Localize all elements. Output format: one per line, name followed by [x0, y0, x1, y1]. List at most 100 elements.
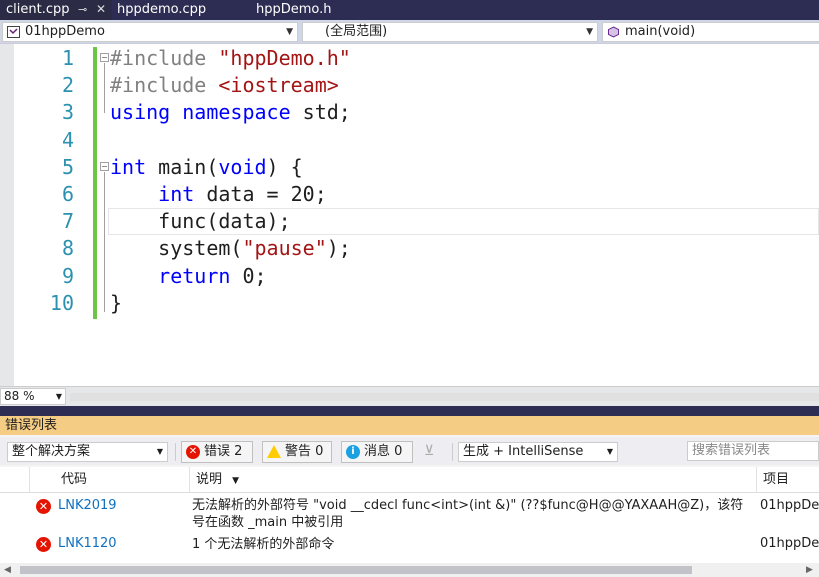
- scope-dropdown[interactable]: (全局范围) ▼: [302, 22, 598, 42]
- scope-value: (全局范围): [325, 24, 388, 39]
- tab-label: hppdemo.cpp: [117, 2, 207, 17]
- error-icon: ✕: [36, 537, 51, 552]
- code-line[interactable]: #include "hppDemo.h": [110, 45, 351, 72]
- error-row[interactable]: ✕ LNK1120 1 个无法解析的外部命令 01hppDemo: [0, 534, 819, 556]
- column-header-description[interactable]: 说明 ▼: [190, 467, 757, 493]
- project-dropdown[interactable]: 01hppDemo ▼: [2, 22, 298, 42]
- error-row[interactable]: ✕ LNK2019 无法解析的外部符号 "void __cdecl func<i…: [0, 494, 819, 534]
- toolbar-separator: [452, 443, 453, 461]
- line-number: 3: [61, 100, 74, 125]
- error-project: 01hppDemo: [760, 498, 819, 513]
- project-icon: [7, 26, 20, 38]
- code-line[interactable]: int main(void) {: [110, 154, 303, 181]
- error-project: 01hppDemo: [760, 536, 819, 551]
- tab-hppdemo-cpp[interactable]: hppdemo.cpp: [111, 0, 241, 20]
- warning-icon: [267, 445, 281, 458]
- scroll-left-icon[interactable]: ◀: [4, 563, 11, 577]
- change-tracking-bar: [93, 47, 97, 319]
- code-line[interactable]: using namespace std;: [110, 99, 351, 126]
- chevron-down-icon: ▼: [586, 27, 593, 37]
- tab-label: client.cpp: [6, 2, 70, 17]
- code-token: int: [158, 182, 195, 206]
- line-number: 4: [61, 127, 74, 152]
- line-number: 5: [61, 154, 74, 179]
- zoom-dropdown[interactable]: 88 % ▼: [0, 388, 66, 405]
- chevron-down-icon: ▼: [55, 392, 62, 401]
- error-search-input[interactable]: 搜索错误列表: [687, 441, 819, 461]
- pin-icon[interactable]: ⊸: [78, 0, 87, 19]
- error-code-link[interactable]: LNK2019: [58, 498, 117, 513]
- panel-splitter[interactable]: [0, 406, 819, 416]
- project-name: 01hppDemo: [25, 24, 105, 39]
- build-filter-dropdown[interactable]: 生成 + IntelliSense ▼: [458, 442, 618, 462]
- column-header-icon[interactable]: [0, 467, 30, 493]
- code-token: }: [110, 290, 123, 315]
- code-token: 0;: [230, 263, 267, 288]
- error-grid: 代码 说明 ▼ 项目 ✕ LNK2019 无法解析的外部符号 "void __c…: [0, 467, 819, 563]
- error-description: 无法解析的外部符号 "void __cdecl func<int>(int &)…: [192, 498, 744, 530]
- code-token: );: [326, 236, 351, 261]
- chevron-down-icon: ▼: [286, 27, 293, 37]
- error-icon: ✕: [186, 445, 200, 459]
- error-code-link[interactable]: LNK1120: [58, 536, 117, 551]
- line-number: 9: [61, 263, 74, 288]
- warnings-filter-button[interactable]: 警告 0: [262, 441, 332, 463]
- horizontal-scrollbar[interactable]: [70, 393, 819, 401]
- error-list-hscrollbar[interactable]: ◀ ▶: [0, 563, 819, 577]
- line-number: 2: [61, 73, 74, 98]
- scope-filter-value: 整个解决方案: [12, 444, 91, 459]
- collapse-icon[interactable]: −: [100, 53, 109, 62]
- code-token: void: [218, 154, 267, 179]
- code-token: return: [158, 263, 231, 288]
- scope-filter-dropdown[interactable]: 整个解决方案 ▼: [7, 442, 168, 462]
- code-token: std;: [290, 100, 351, 125]
- column-header-code[interactable]: 代码: [55, 467, 190, 493]
- code-editor[interactable]: 1 2 3 4 5 6 7 8 9 10 #include "hppDemo.h" #include…: [0, 44, 819, 386]
- errors-filter-button[interactable]: ✕ 错误 2: [181, 441, 253, 463]
- tab-client-cpp[interactable]: client.cpp ⊸ ✕: [0, 0, 112, 20]
- line-number: 7: [61, 209, 74, 234]
- collapse-icon[interactable]: −: [100, 162, 109, 171]
- column-header-project[interactable]: 项目: [757, 467, 819, 493]
- messages-count-label: 消息 0: [364, 444, 403, 459]
- code-line[interactable]: return 0;: [110, 263, 267, 290]
- info-icon: i: [346, 445, 360, 459]
- outline-line: [104, 63, 105, 113]
- messages-filter-button[interactable]: i 消息 0: [341, 441, 413, 463]
- code-token: system(: [110, 236, 243, 261]
- code-token: "hppDemo.h": [218, 46, 351, 70]
- code-line[interactable]: #include <iostream>: [110, 72, 339, 99]
- description-header-label: 说明: [196, 472, 223, 487]
- code-line[interactable]: int data = 20;: [110, 181, 327, 208]
- code-line[interactable]: }: [110, 290, 122, 317]
- build-filter-value: 生成 + IntelliSense: [463, 444, 584, 459]
- chevron-down-icon: ▼: [156, 447, 163, 456]
- line-number: 1: [61, 46, 74, 70]
- code-token: #include: [110, 46, 219, 70]
- filter-icon[interactable]: ⊻: [424, 443, 444, 459]
- code-token: <iostream>: [218, 73, 339, 98]
- toolbar-separator: [175, 443, 176, 461]
- code-token: func(data);: [110, 209, 291, 234]
- code-token: using: [110, 100, 171, 125]
- selection-margin: [0, 44, 14, 386]
- scroll-right-icon[interactable]: ▶: [806, 563, 813, 577]
- error-description: 1 个无法解析的外部命令: [192, 537, 335, 552]
- outline-line: [104, 172, 105, 312]
- warnings-count-label: 警告 0: [285, 444, 324, 459]
- code-line[interactable]: system("pause");: [110, 235, 351, 262]
- code-token: "pause": [242, 236, 327, 261]
- member-value: main(void): [625, 24, 696, 39]
- tab-hppdemo-h[interactable]: hppDemo.h: [250, 0, 380, 20]
- code-line[interactable]: func(data);: [110, 208, 291, 235]
- code-token: #include: [110, 73, 219, 98]
- member-dropdown[interactable]: main(void): [602, 22, 819, 42]
- code-token: int: [110, 154, 147, 179]
- close-icon[interactable]: ✕: [96, 0, 106, 19]
- chevron-down-icon: ▼: [606, 447, 613, 456]
- error-grid-header: 代码 说明 ▼ 项目: [0, 467, 819, 493]
- scrollbar-thumb[interactable]: [20, 566, 692, 574]
